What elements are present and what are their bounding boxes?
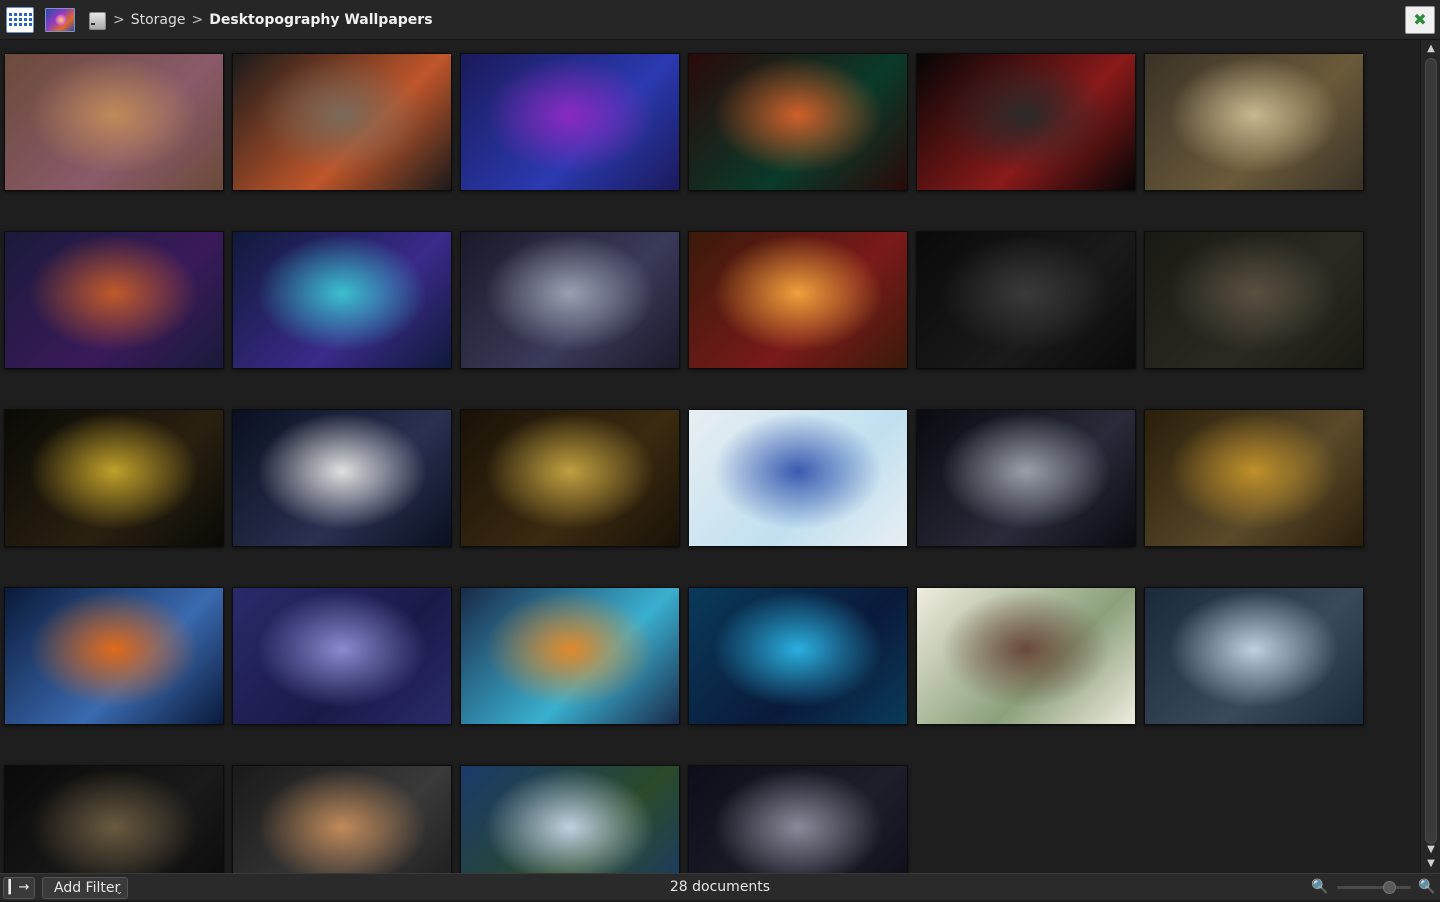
scrollbar-thumb[interactable] bbox=[1425, 58, 1437, 844]
grid-view-icon bbox=[6, 6, 34, 33]
scroll-down-arrow[interactable]: ▼ bbox=[1421, 843, 1440, 857]
wallpaper-thumbnail[interactable] bbox=[1144, 409, 1364, 547]
status-bar: ▎→ Add Filter ⌄ 28 documents 🔍 🔍 bbox=[0, 873, 1440, 900]
wallpaper-thumbnail[interactable] bbox=[4, 765, 224, 873]
wallpaper-thumbnail[interactable] bbox=[4, 409, 224, 547]
wallpaper-thumbnail[interactable] bbox=[232, 765, 452, 873]
scroll-down-arrow-secondary[interactable]: ▼ bbox=[1421, 857, 1440, 871]
wallpaper-thumbnail[interactable] bbox=[460, 53, 680, 191]
breadcrumb-separator: > bbox=[113, 11, 125, 28]
breadcrumb-storage[interactable]: Storage bbox=[131, 12, 186, 28]
sidebar-toggle-icon: ▎→ bbox=[8, 880, 30, 895]
storage-drive-icon[interactable] bbox=[87, 10, 107, 30]
wallpaper-thumbnail[interactable] bbox=[232, 231, 452, 369]
wallpaper-thumbnail[interactable] bbox=[4, 53, 224, 191]
wallpaper-thumbnail[interactable] bbox=[232, 53, 452, 191]
add-filter-label: Add Filter bbox=[54, 880, 121, 896]
view-mode-button[interactable] bbox=[5, 6, 35, 34]
wallpaper-thumbnail[interactable] bbox=[688, 765, 908, 873]
wallpaper-thumbnail[interactable] bbox=[232, 409, 452, 547]
add-filter-button[interactable]: Add Filter ⌄ bbox=[42, 877, 128, 899]
app-preview-button[interactable] bbox=[45, 6, 75, 34]
thumbnail-gallery bbox=[0, 40, 1420, 873]
exit-fullscreen-button[interactable]: ✖ bbox=[1405, 6, 1435, 34]
sidebar-toggle-button[interactable]: ▎→ bbox=[3, 877, 35, 899]
wallpaper-thumbnail[interactable] bbox=[916, 587, 1136, 725]
wallpaper-thumbnail[interactable] bbox=[460, 231, 680, 369]
wallpaper-thumbnail[interactable] bbox=[232, 587, 452, 725]
wallpaper-thumbnail[interactable] bbox=[916, 53, 1136, 191]
app-preview-icon bbox=[45, 7, 75, 32]
wallpaper-thumbnail[interactable] bbox=[460, 587, 680, 725]
top-toolbar: > Storage > Desktopography Wallpapers ✖ bbox=[0, 0, 1440, 40]
wallpaper-thumbnail[interactable] bbox=[916, 231, 1136, 369]
exit-fullscreen-icon: ✖ bbox=[1413, 10, 1427, 29]
wallpaper-thumbnail[interactable] bbox=[4, 231, 224, 369]
wallpaper-thumbnail[interactable] bbox=[460, 765, 680, 873]
zoom-slider-track[interactable] bbox=[1337, 886, 1411, 889]
scroll-up-arrow[interactable]: ▲ bbox=[1421, 42, 1440, 56]
wallpaper-thumbnail[interactable] bbox=[1144, 53, 1364, 191]
vertical-scrollbar[interactable]: ▲ ▼ ▼ bbox=[1420, 40, 1440, 873]
wallpaper-thumbnail[interactable] bbox=[688, 587, 908, 725]
chevron-down-icon: ⌄ bbox=[115, 887, 123, 897]
document-count: 28 documents bbox=[669, 879, 771, 895]
wallpaper-thumbnail[interactable] bbox=[688, 231, 908, 369]
breadcrumb-separator: > bbox=[191, 11, 204, 28]
wallpaper-thumbnail[interactable] bbox=[460, 409, 680, 547]
zoom-slider-handle[interactable] bbox=[1382, 881, 1396, 894]
zoom-in-icon[interactable]: 🔍 bbox=[1417, 877, 1437, 897]
wallpaper-thumbnail[interactable] bbox=[1144, 587, 1364, 725]
wallpaper-thumbnail[interactable] bbox=[688, 409, 908, 547]
zoom-out-icon[interactable]: 🔍 bbox=[1310, 877, 1330, 897]
wallpaper-thumbnail[interactable] bbox=[688, 53, 908, 191]
wallpaper-thumbnail[interactable] bbox=[4, 587, 224, 725]
wallpaper-thumbnail[interactable] bbox=[916, 409, 1136, 547]
wallpaper-thumbnail[interactable] bbox=[1144, 231, 1364, 369]
breadcrumb-current-folder: Desktopography Wallpapers bbox=[209, 11, 433, 28]
